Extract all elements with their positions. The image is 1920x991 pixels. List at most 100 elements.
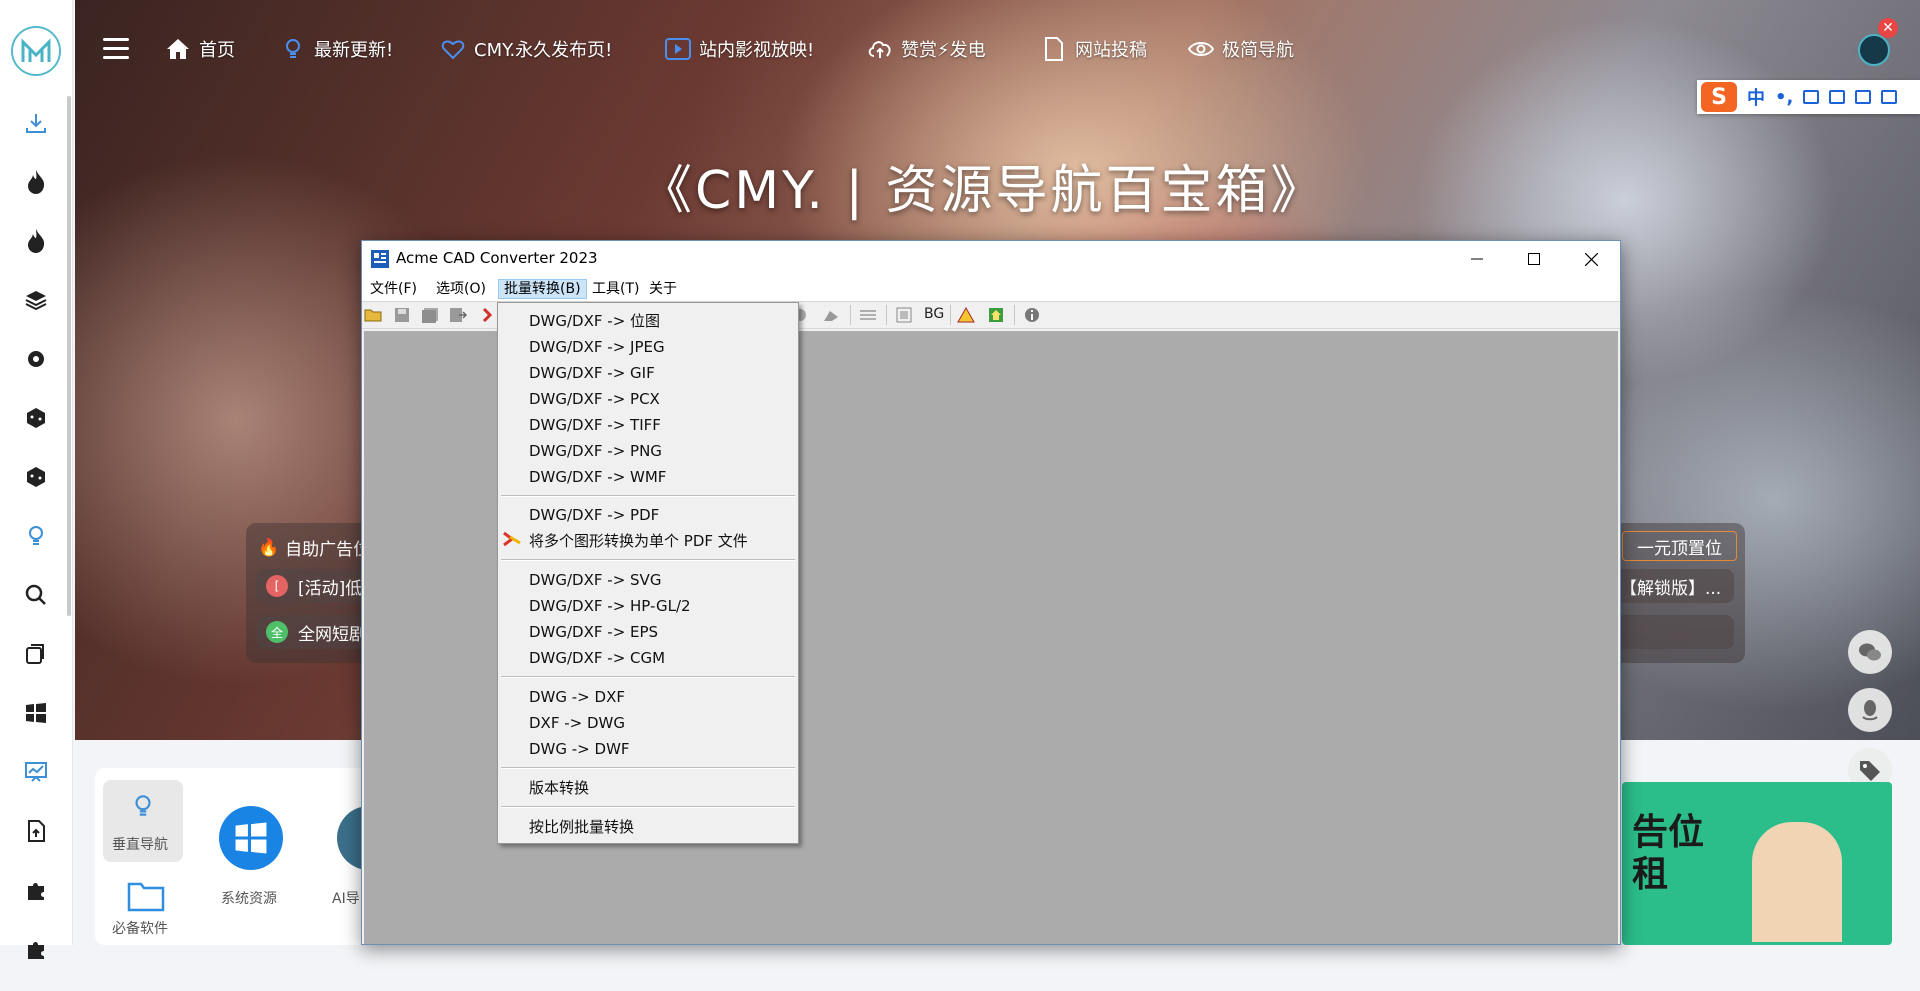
qq-icon[interactable] bbox=[1848, 688, 1892, 732]
menu-item-dwg-to-dwf[interactable]: DWG -> DWF bbox=[529, 737, 630, 761]
close-icon[interactable]: ✕ bbox=[1878, 18, 1898, 38]
copy-icon[interactable] bbox=[19, 637, 53, 671]
document-icon bbox=[1041, 36, 1067, 62]
menu-item-to-png[interactable]: DWG/DXF -> PNG bbox=[529, 439, 662, 463]
frame-icon[interactable] bbox=[894, 306, 914, 324]
menu-item-to-svg[interactable]: DWG/DXF -> SVG bbox=[529, 568, 661, 592]
ad-badge: 全 bbox=[266, 621, 288, 643]
menu-item-to-eps[interactable]: DWG/DXF -> EPS bbox=[529, 620, 658, 644]
user-avatar[interactable] bbox=[1858, 34, 1890, 66]
settings-icon[interactable] bbox=[1881, 90, 1898, 104]
menu-tools[interactable]: 工具(T) bbox=[587, 279, 644, 299]
background-color-button[interactable]: BG bbox=[924, 306, 944, 322]
save-icon[interactable] bbox=[392, 306, 412, 324]
menu-options[interactable]: 选项(O) bbox=[431, 279, 491, 299]
ime-mode-toggle[interactable]: 中 bbox=[1747, 84, 1765, 110]
menu-toggle-icon[interactable] bbox=[103, 38, 129, 65]
menu-item-to-bitmap[interactable]: DWG/DXF -> 位图 bbox=[529, 309, 660, 333]
nav-home[interactable]: 首页 bbox=[165, 36, 235, 62]
wechat-icon[interactable] bbox=[1848, 630, 1892, 674]
menu-item-to-cgm[interactable]: DWG/DXF -> CGM bbox=[529, 646, 665, 670]
menu-item-to-gif[interactable]: DWG/DXF -> GIF bbox=[529, 361, 655, 385]
home-icon[interactable] bbox=[986, 306, 1006, 324]
toolbar-separator bbox=[1014, 305, 1015, 325]
open-folder-icon[interactable] bbox=[364, 306, 384, 324]
menu-item-to-tiff[interactable]: DWG/DXF -> TIFF bbox=[529, 413, 661, 437]
windows-icon[interactable] bbox=[19, 696, 53, 730]
sogou-logo-icon[interactable]: S bbox=[1701, 82, 1737, 112]
menu-separator bbox=[501, 559, 795, 561]
ad-panel-right: 一元顶置位 【解锁版】... bbox=[1620, 523, 1745, 663]
window-title: Acme CAD Converter 2023 bbox=[396, 249, 598, 267]
menu-item-dwg-to-dxf[interactable]: DWG -> DXF bbox=[529, 685, 625, 709]
menu-item-dxf-to-dwg[interactable]: DXF -> DWG bbox=[529, 711, 625, 735]
menu-batch-convert[interactable]: 批量转换(B) bbox=[498, 279, 587, 299]
menu-item-scale-batch-convert[interactable]: 按比例批量转换 bbox=[529, 815, 634, 839]
nav-submit[interactable]: 网站投稿 bbox=[1041, 36, 1147, 62]
chart-board-icon[interactable] bbox=[19, 755, 53, 789]
ad-line[interactable]: 【解锁版】... bbox=[1620, 569, 1734, 603]
menu-item-to-jpeg[interactable]: DWG/DXF -> JPEG bbox=[529, 335, 665, 359]
download-icon[interactable] bbox=[19, 106, 53, 140]
warning-icon[interactable] bbox=[956, 306, 976, 324]
export-icon[interactable] bbox=[448, 306, 468, 324]
cube-icon[interactable] bbox=[19, 460, 53, 494]
info-icon[interactable] bbox=[1022, 306, 1042, 324]
nav-latest[interactable]: 最新更新! bbox=[280, 36, 393, 62]
windows-icon bbox=[219, 806, 283, 870]
menu-separator bbox=[501, 806, 795, 808]
menu-item-version-convert[interactable]: 版本转换 bbox=[529, 776, 589, 800]
menu-about[interactable]: 关于 bbox=[644, 279, 682, 299]
fire-icon[interactable] bbox=[19, 224, 53, 258]
puzzle-icon[interactable] bbox=[19, 932, 53, 966]
minimize-button[interactable] bbox=[1448, 241, 1506, 277]
pin-top-button[interactable]: 一元顶置位 bbox=[1622, 531, 1737, 561]
play-icon bbox=[665, 36, 691, 62]
menu-item-multi-to-single-pdf[interactable]: 将多个图形转换为单个 PDF 文件 bbox=[529, 529, 748, 553]
window-titlebar[interactable]: Acme CAD Converter 2023 bbox=[362, 241, 1620, 277]
toolbox-icon[interactable] bbox=[1855, 90, 1872, 104]
toolbar-separator bbox=[950, 305, 951, 325]
layers-icon[interactable] bbox=[19, 283, 53, 317]
gear-group-icon[interactable] bbox=[19, 342, 53, 376]
menu-item-to-wmf[interactable]: DWG/DXF -> WMF bbox=[529, 465, 666, 489]
ad-banner[interactable]: 告位 租 bbox=[1622, 782, 1892, 945]
nav-label: 网站投稿 bbox=[1075, 40, 1147, 61]
ad-line[interactable] bbox=[1620, 615, 1734, 649]
toolbar-separator bbox=[886, 305, 887, 325]
skin-icon[interactable] bbox=[1829, 90, 1846, 104]
pdf-icon[interactable] bbox=[477, 306, 497, 324]
menu-separator bbox=[501, 495, 795, 497]
app-icon bbox=[371, 250, 389, 268]
cube-icon[interactable] bbox=[19, 401, 53, 435]
tile-vertical-nav[interactable]: 垂直导航 bbox=[103, 780, 183, 862]
layers-toggle-icon[interactable] bbox=[858, 306, 878, 324]
keyboard-icon[interactable] bbox=[1803, 90, 1820, 104]
ad-panel-left: 🔥 自助广告位 [ [活动]低 全 全网短剧 bbox=[246, 523, 386, 663]
menu-item-to-pdf[interactable]: DWG/DXF -> PDF bbox=[529, 503, 659, 527]
sidebar-scrollbar[interactable] bbox=[67, 96, 71, 616]
close-button[interactable] bbox=[1562, 241, 1620, 277]
document-upload-icon[interactable] bbox=[19, 814, 53, 848]
nav-publish-page[interactable]: CMY.永久发布页! bbox=[440, 36, 612, 62]
ime-punctuation-toggle[interactable]: •, bbox=[1775, 87, 1793, 108]
nav-minimal[interactable]: 极简导航 bbox=[1188, 36, 1294, 62]
fire-icon[interactable] bbox=[19, 165, 53, 199]
menu-item-to-hpgl2[interactable]: DWG/DXF -> HP-GL/2 bbox=[529, 594, 691, 618]
bulb-icon bbox=[131, 792, 155, 824]
nav-label: 首页 bbox=[199, 40, 235, 61]
search-icon[interactable] bbox=[19, 578, 53, 612]
menu-file[interactable]: 文件(F) bbox=[365, 279, 422, 299]
maximize-button[interactable] bbox=[1505, 241, 1563, 277]
plugin-icon[interactable] bbox=[821, 306, 841, 324]
tile-system-resources[interactable] bbox=[207, 794, 295, 882]
nav-video[interactable]: 站内影视放映! bbox=[665, 36, 814, 62]
save-all-icon[interactable] bbox=[420, 306, 440, 324]
menu-item-to-pcx[interactable]: DWG/DXF -> PCX bbox=[529, 387, 660, 411]
eye-icon bbox=[1188, 36, 1214, 62]
tile-essential-software[interactable]: 必备软件 bbox=[103, 876, 183, 942]
nav-donate[interactable]: 赞赏⚡发电 bbox=[867, 36, 986, 62]
site-logo[interactable] bbox=[11, 26, 61, 76]
puzzle-icon[interactable] bbox=[19, 873, 53, 907]
bulb-icon[interactable] bbox=[19, 519, 53, 553]
